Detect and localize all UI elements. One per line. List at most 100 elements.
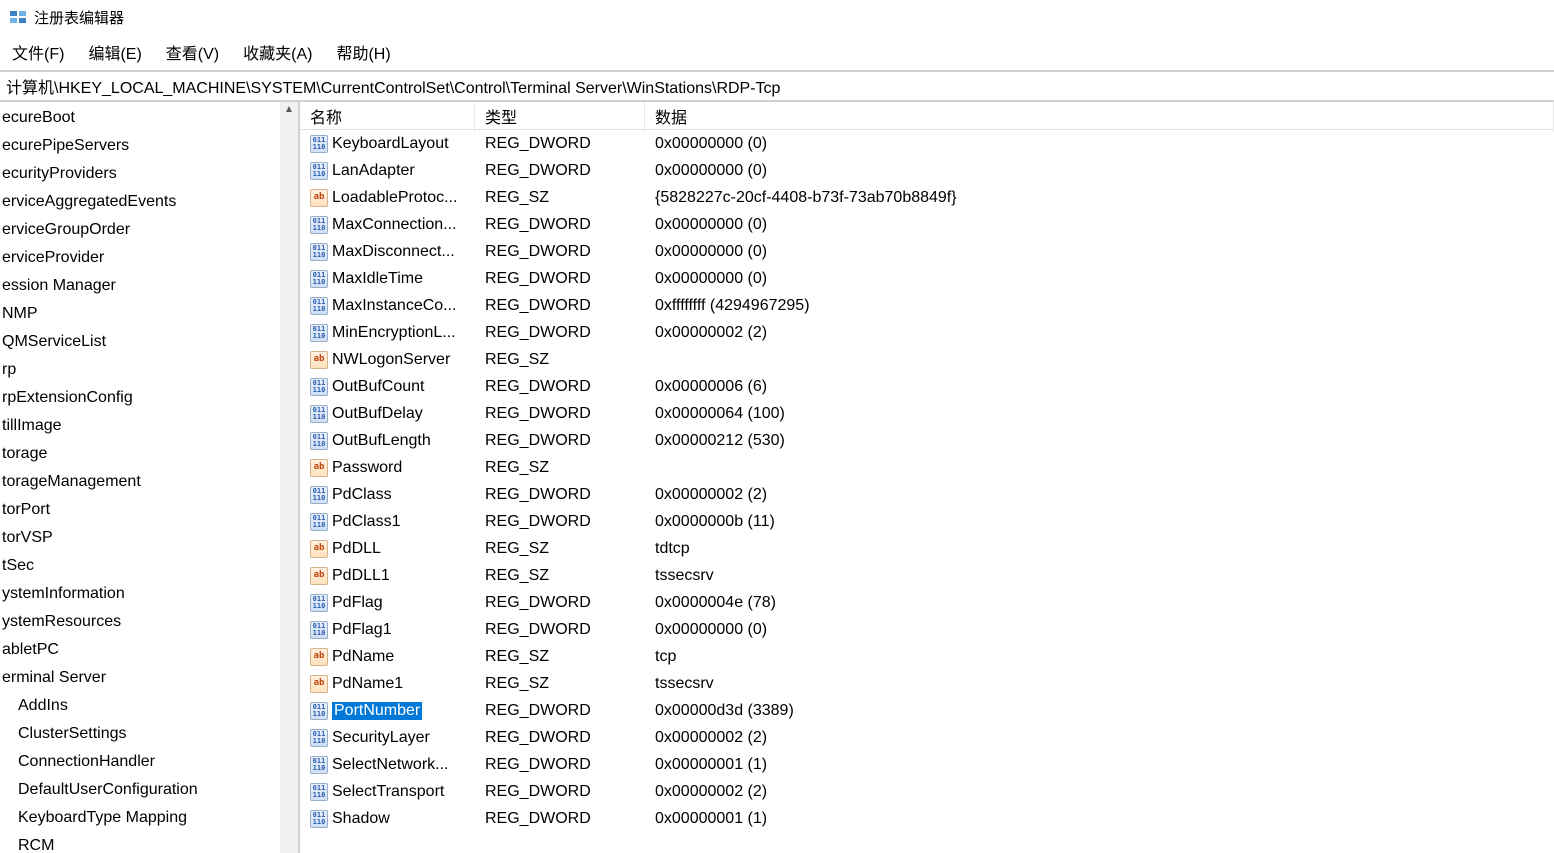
column-header-type[interactable]: 类型	[475, 102, 645, 132]
value-row[interactable]: abPdNameREG_SZtcp	[300, 643, 1554, 670]
value-row[interactable]: 011 110SelectTransportREG_DWORD0x0000000…	[300, 778, 1554, 805]
menu-edit[interactable]: 编辑(E)	[82, 38, 147, 66]
dword-value-icon: 011 110	[310, 594, 328, 612]
value-row[interactable]: 011 110PdClassREG_DWORD0x00000002 (2)	[300, 481, 1554, 508]
value-name-cell: abPdDLL	[300, 540, 475, 558]
tree-pane[interactable]: ecureBootecurePipeServersecurityProvider…	[0, 102, 300, 853]
value-type: REG_SZ	[475, 351, 645, 369]
tree-item[interactable]: ecureBoot	[0, 104, 298, 132]
value-row[interactable]: 011 110MaxInstanceCo...REG_DWORD0xffffff…	[300, 292, 1554, 319]
value-row[interactable]: 011 110PortNumberREG_DWORD0x00000d3d (33…	[300, 697, 1554, 724]
value-row[interactable]: 011 110OutBufDelayREG_DWORD0x00000064 (1…	[300, 400, 1554, 427]
scroll-up-icon[interactable]: ▲	[284, 102, 294, 117]
value-row[interactable]: 011 110MinEncryptionL...REG_DWORD0x00000…	[300, 319, 1554, 346]
value-name: MaxInstanceCo...	[332, 297, 457, 315]
value-row[interactable]: 011 110OutBufLengthREG_DWORD0x00000212 (…	[300, 427, 1554, 454]
tree-item[interactable]: QMServiceList	[0, 328, 298, 356]
titlebar: 注册表编辑器	[0, 0, 1554, 34]
tree-item[interactable]: ystemResources	[0, 608, 298, 636]
dword-value-icon: 011 110	[310, 243, 328, 261]
tree-item[interactable]: erviceProvider	[0, 244, 298, 272]
value-name: PdName1	[332, 675, 403, 693]
tree-item[interactable]: ession Manager	[0, 272, 298, 300]
tree-item[interactable]: abletPC	[0, 636, 298, 664]
value-type: REG_SZ	[475, 189, 645, 207]
value-name: MaxDisconnect...	[332, 243, 455, 261]
value-row[interactable]: 011 110ShadowREG_DWORD0x00000001 (1)	[300, 805, 1554, 832]
value-row[interactable]: abNWLogonServerREG_SZ	[300, 346, 1554, 373]
tree-item[interactable]: rpExtensionConfig	[0, 384, 298, 412]
tree-item[interactable]: torage	[0, 440, 298, 468]
value-row[interactable]: abPdDLLREG_SZtdtcp	[300, 535, 1554, 562]
tree-item[interactable]: tSec	[0, 552, 298, 580]
column-header-data[interactable]: 数据	[645, 102, 1554, 132]
tree-item[interactable]: tillImage	[0, 412, 298, 440]
value-row[interactable]: 011 110OutBufCountREG_DWORD0x00000006 (6…	[300, 373, 1554, 400]
value-name: MinEncryptionL...	[332, 324, 456, 342]
menu-view[interactable]: 查看(V)	[160, 38, 225, 66]
tree-item[interactable]: ConnectionHandler	[0, 748, 298, 776]
tree-item[interactable]: erminal Server	[0, 664, 298, 692]
value-row[interactable]: 011 110PdFlag1REG_DWORD0x00000000 (0)	[300, 616, 1554, 643]
tree-item[interactable]: DefaultUserConfiguration	[0, 776, 298, 804]
value-row[interactable]: 011 110MaxConnection...REG_DWORD0x000000…	[300, 211, 1554, 238]
menu-file[interactable]: 文件(F)	[6, 38, 70, 66]
value-type: REG_DWORD	[475, 162, 645, 180]
value-row[interactable]: abLoadableProtoc...REG_SZ{5828227c-20cf-…	[300, 184, 1554, 211]
value-name-cell: abLoadableProtoc...	[300, 189, 475, 207]
value-row[interactable]: abPasswordREG_SZ	[300, 454, 1554, 481]
string-value-icon: ab	[310, 567, 328, 585]
value-data: 0x00000000 (0)	[645, 162, 1554, 180]
tree-item[interactable]: ecurityProviders	[0, 160, 298, 188]
tree-item[interactable]: AddIns	[0, 692, 298, 720]
value-row[interactable]: abPdDLL1REG_SZtssecsrv	[300, 562, 1554, 589]
tree-list: ecureBootecurePipeServersecurityProvider…	[0, 102, 298, 853]
value-name-cell: 011 110PdClass	[300, 486, 475, 504]
tree-item[interactable]: torageManagement	[0, 468, 298, 496]
value-row[interactable]: 011 110SecurityLayerREG_DWORD0x00000002 …	[300, 724, 1554, 751]
value-type: REG_DWORD	[475, 783, 645, 801]
value-name-cell: 011 110PortNumber	[300, 702, 475, 720]
tree-item[interactable]: erviceAggregatedEvents	[0, 188, 298, 216]
tree-item[interactable]: ClusterSettings	[0, 720, 298, 748]
value-data: 0x00000000 (0)	[645, 135, 1554, 153]
string-value-icon: ab	[310, 459, 328, 477]
value-name: OutBufDelay	[332, 405, 423, 423]
tree-scrollbar[interactable]: ▲	[280, 102, 298, 853]
value-name-cell: 011 110SelectTransport	[300, 783, 475, 801]
tree-item[interactable]: rp	[0, 356, 298, 384]
value-row[interactable]: 011 110LanAdapterREG_DWORD0x00000000 (0)	[300, 157, 1554, 184]
value-data: tcp	[645, 648, 1554, 666]
tree-item[interactable]: NMP	[0, 300, 298, 328]
value-row[interactable]: 011 110SelectNetwork...REG_DWORD0x000000…	[300, 751, 1554, 778]
dword-value-icon: 011 110	[310, 729, 328, 747]
value-row[interactable]: 011 110PdClass1REG_DWORD0x0000000b (11)	[300, 508, 1554, 535]
tree-item[interactable]: torVSP	[0, 524, 298, 552]
menu-help[interactable]: 帮助(H)	[330, 38, 396, 66]
value-name-cell: 011 110OutBufCount	[300, 378, 475, 396]
menu-favorites[interactable]: 收藏夹(A)	[237, 38, 318, 66]
tree-item[interactable]: erviceGroupOrder	[0, 216, 298, 244]
value-name: PdClass1	[332, 513, 400, 531]
value-row[interactable]: abPdName1REG_SZtssecsrv	[300, 670, 1554, 697]
tree-item[interactable]: KeyboardType Mapping	[0, 804, 298, 832]
tree-item[interactable]: torPort	[0, 496, 298, 524]
column-header-name[interactable]: 名称	[300, 102, 475, 132]
value-name: LoadableProtoc...	[332, 189, 457, 207]
dword-value-icon: 011 110	[310, 135, 328, 153]
value-row[interactable]: 011 110PdFlagREG_DWORD0x0000004e (78)	[300, 589, 1554, 616]
dword-value-icon: 011 110	[310, 270, 328, 288]
value-row[interactable]: 011 110MaxIdleTimeREG_DWORD0x00000000 (0…	[300, 265, 1554, 292]
dword-value-icon: 011 110	[310, 810, 328, 828]
dword-value-icon: 011 110	[310, 216, 328, 234]
tree-item[interactable]: ecurePipeServers	[0, 132, 298, 160]
address-bar[interactable]: 计算机\HKEY_LOCAL_MACHINE\SYSTEM\CurrentCon…	[0, 70, 1554, 102]
value-data: tssecsrv	[645, 567, 1554, 585]
value-type: REG_DWORD	[475, 729, 645, 747]
tree-item[interactable]: RCM	[0, 832, 298, 853]
value-type: REG_SZ	[475, 459, 645, 477]
value-row[interactable]: 011 110KeyboardLayoutREG_DWORD0x00000000…	[300, 130, 1554, 157]
tree-item[interactable]: ystemInformation	[0, 580, 298, 608]
value-row[interactable]: 011 110MaxDisconnect...REG_DWORD0x000000…	[300, 238, 1554, 265]
value-type: REG_SZ	[475, 567, 645, 585]
